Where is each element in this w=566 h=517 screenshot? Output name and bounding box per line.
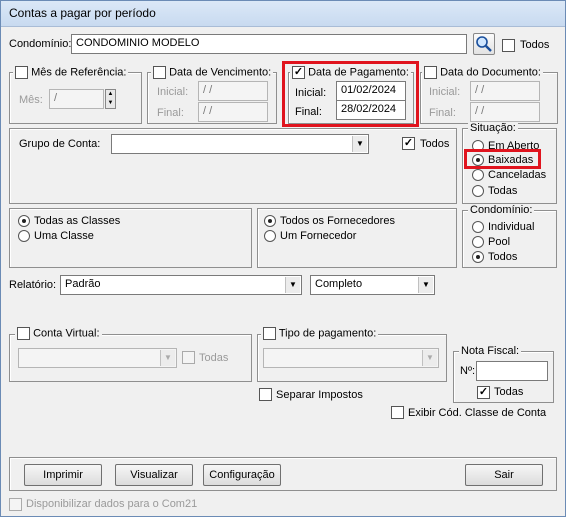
uma-classe-label: Uma Classe: [34, 230, 94, 242]
vencimento-inicial-label: Inicial:: [157, 86, 189, 98]
disponibilizar-label: Disponibilizar dados para o Com21: [26, 498, 198, 510]
nota-fiscal-numero-label: Nº:: [460, 365, 476, 377]
nota-fiscal-legend: Nota Fiscal:: [459, 345, 522, 357]
condominio-individual-label: Individual: [488, 221, 535, 233]
sair-button[interactable]: Sair: [465, 464, 543, 486]
nota-fiscal-todas-checkbox[interactable]: ✓: [477, 386, 490, 399]
condominio-todos-radio[interactable]: [472, 251, 484, 263]
visualizar-button[interactable]: Visualizar: [115, 464, 193, 486]
um-fornecedor-radio[interactable]: [264, 230, 276, 242]
vencimento-final-field[interactable]: / /: [198, 102, 268, 122]
spin-down-icon[interactable]: ▼: [106, 99, 115, 108]
condominio-options-legend: Condomínio:: [468, 204, 535, 216]
conta-virtual-dropdown-icon[interactable]: ▼: [160, 350, 175, 366]
relatorio-select[interactable]: Padrão: [60, 275, 302, 295]
um-fornecedor-label: Um Fornecedor: [280, 230, 357, 242]
condominio-pool-radio[interactable]: [472, 236, 484, 248]
documento-final-field[interactable]: / /: [470, 102, 540, 122]
search-icon: [476, 36, 492, 52]
situacao-legend: Situação:: [468, 122, 518, 134]
exibir-cod-classe-label: Exibir Cód. Classe de Conta: [408, 407, 547, 419]
highlight-box-baixadas: [464, 149, 541, 169]
separar-impostos-checkbox[interactable]: [259, 388, 272, 401]
condominio-individual-radio[interactable]: [472, 221, 484, 233]
relatorio-detail-dropdown-icon[interactable]: ▼: [418, 277, 433, 293]
situacao-canceladas-radio[interactable]: [472, 169, 484, 181]
conta-virtual-todas-label: Todas: [199, 352, 229, 364]
search-button[interactable]: [473, 33, 495, 55]
nota-fiscal-todas-label: Todas: [494, 386, 524, 398]
vencimento-final-label: Final:: [157, 107, 184, 119]
condominio-label: Condomínio:: [9, 38, 72, 50]
conta-virtual-checkbox[interactable]: [17, 327, 30, 340]
data-documento-label: Data do Documento:: [440, 66, 541, 79]
mes-label: Mês:: [19, 94, 43, 106]
mes-spinner[interactable]: ▲ ▼: [105, 89, 116, 109]
situacao-canceladas-label: Canceladas: [488, 169, 547, 181]
disponibilizar-checkbox[interactable]: [9, 498, 22, 511]
condominio-field[interactable]: CONDOMINIO MODELO: [71, 34, 467, 54]
condominio-todos-checkbox[interactable]: [502, 39, 515, 52]
report-window: Contas a pagar por período Condomínio: C…: [0, 0, 566, 517]
documento-final-label: Final:: [429, 107, 456, 119]
relatorio-dropdown-icon[interactable]: ▼: [285, 277, 300, 293]
situacao-todas-label: Todas: [488, 185, 518, 197]
data-vencimento-label: Data de Vencimento:: [169, 66, 272, 79]
tipo-pagamento-label: Tipo de pagamento:: [278, 327, 377, 340]
todos-fornecedores-radio[interactable]: [264, 215, 276, 227]
exibir-cod-classe-checkbox[interactable]: [391, 406, 404, 419]
data-vencimento-checkbox[interactable]: [153, 66, 166, 79]
tipo-pagamento-checkbox[interactable]: [263, 327, 276, 340]
relatorio-label: Relatório:: [9, 279, 57, 291]
grupo-conta-dropdown-icon[interactable]: ▼: [352, 136, 367, 152]
configuracao-button[interactable]: Configuração: [203, 464, 281, 486]
relatorio-detail-select[interactable]: Completo: [310, 275, 435, 295]
highlight-box-pagamento: [282, 61, 419, 127]
data-vencimento-legend: Data de Vencimento:: [151, 66, 274, 79]
conta-virtual-select[interactable]: [18, 348, 177, 368]
window-title: Contas a pagar por período: [1, 1, 565, 27]
condominio-pool-label: Pool: [488, 236, 511, 248]
separar-impostos-label: Separar Impostos: [276, 389, 363, 401]
tipo-pagamento-dropdown-icon[interactable]: ▼: [422, 350, 437, 366]
spin-up-icon[interactable]: ▲: [106, 90, 115, 99]
situacao-todas-radio[interactable]: [472, 185, 484, 197]
conta-virtual-label: Conta Virtual:: [33, 327, 100, 340]
todas-classes-radio[interactable]: [18, 215, 30, 227]
uma-classe-radio[interactable]: [18, 230, 30, 242]
data-documento-legend: Data do Documento:: [422, 66, 543, 79]
nota-fiscal-numero-field[interactable]: [476, 361, 548, 381]
todos-fornecedores-label: Todos os Fornecedores: [280, 215, 395, 227]
mes-referencia-legend: Mês de Referência:: [13, 66, 129, 79]
conta-virtual-legend: Conta Virtual:: [15, 327, 102, 340]
vencimento-inicial-field[interactable]: / /: [198, 81, 268, 101]
grupo-conta-todos-label: Todos: [420, 138, 450, 150]
mes-field[interactable]: /: [49, 89, 104, 109]
data-documento-checkbox[interactable]: [424, 66, 437, 79]
documento-inicial-field[interactable]: / /: [470, 81, 540, 101]
tipo-pagamento-select[interactable]: [263, 348, 439, 368]
grupo-conta-select[interactable]: [111, 134, 369, 154]
mes-referencia-label: Mês de Referência:: [31, 66, 127, 79]
tipo-pagamento-legend: Tipo de pagamento:: [261, 327, 379, 340]
condominio-todos-label: Todos: [520, 39, 550, 51]
condominio-todos-option-label: Todos: [488, 251, 518, 263]
documento-inicial-label: Inicial:: [429, 86, 461, 98]
mes-referencia-checkbox[interactable]: [15, 66, 28, 79]
grupo-conta-todos-checkbox[interactable]: ✓: [402, 137, 415, 150]
imprimir-button[interactable]: Imprimir: [24, 464, 102, 486]
todas-classes-label: Todas as Classes: [34, 215, 121, 227]
grupo-conta-label: Grupo de Conta:: [19, 138, 101, 150]
conta-virtual-todas-checkbox[interactable]: [182, 351, 195, 364]
